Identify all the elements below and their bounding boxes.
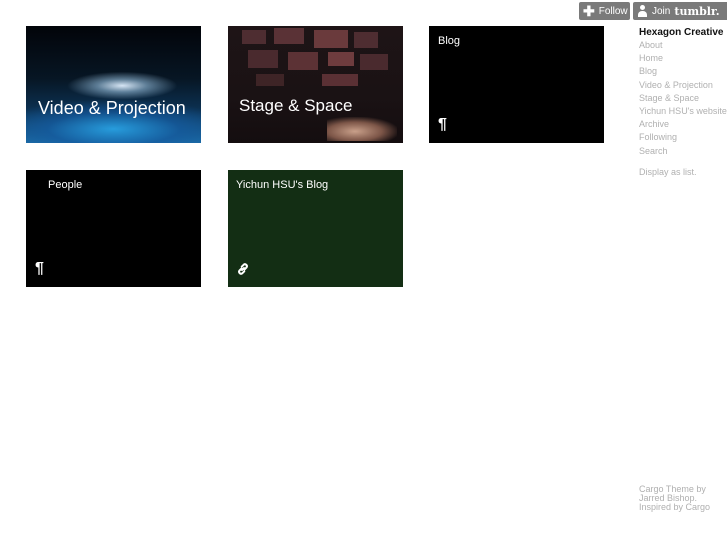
plus-icon: ✚ bbox=[583, 3, 595, 19]
tumblr-logo: tumblr. bbox=[674, 4, 720, 18]
credits-line-3[interactable]: Inspired by Cargo bbox=[639, 503, 719, 512]
tile-stage-space[interactable]: Stage & Space bbox=[228, 26, 403, 143]
theme-credits: Cargo Theme by Jarred Bishop. Inspired b… bbox=[639, 485, 719, 512]
follow-label: Follow bbox=[598, 5, 628, 17]
join-tumblr-button[interactable]: Join tumblr. bbox=[633, 2, 727, 20]
tile-title: People bbox=[48, 179, 83, 191]
link-icon bbox=[238, 263, 248, 275]
pilcrow-icon: ¶ bbox=[438, 116, 447, 133]
display-as-list-link[interactable]: Display as list. bbox=[639, 167, 727, 177]
tile-people[interactable]: People ¶ bbox=[26, 170, 201, 287]
sidebar-nav: About Home Blog Video & Projection Stage… bbox=[639, 39, 727, 158]
nav-following[interactable]: Following bbox=[639, 131, 727, 144]
tile-blog[interactable]: Blog ¶ bbox=[429, 26, 604, 143]
nav-yichun-website[interactable]: Yichun HSU's website bbox=[639, 105, 727, 118]
follow-button[interactable]: ✚ Follow bbox=[579, 2, 630, 20]
join-label: Join bbox=[652, 5, 671, 17]
nav-blog[interactable]: Blog bbox=[639, 65, 727, 78]
sidebar: Hexagon Creative About Home Blog Video &… bbox=[639, 26, 727, 177]
tile-title: Yichun HSU's Blog bbox=[236, 179, 329, 191]
nav-video-projection[interactable]: Video & Projection bbox=[639, 79, 727, 92]
site-title[interactable]: Hexagon Creative bbox=[639, 26, 727, 39]
tile-title: Video & Projection bbox=[38, 98, 186, 118]
nav-search[interactable]: Search bbox=[639, 145, 727, 158]
tile-title: Stage & Space bbox=[239, 96, 353, 115]
nav-home[interactable]: Home bbox=[639, 52, 727, 65]
dancers-image bbox=[327, 117, 397, 141]
nav-archive[interactable]: Archive bbox=[639, 118, 727, 131]
tile-yichun-hsu-blog[interactable]: Yichun HSU's Blog bbox=[228, 170, 403, 287]
pilcrow-icon: ¶ bbox=[35, 260, 44, 277]
nav-stage-space[interactable]: Stage & Space bbox=[639, 92, 727, 105]
user-icon bbox=[637, 5, 648, 17]
nav-about[interactable]: About bbox=[639, 39, 727, 52]
tile-video-projection[interactable]: Video & Projection bbox=[26, 26, 201, 143]
tile-title: Blog bbox=[438, 35, 461, 47]
tumblr-controls: ✚ Follow Join tumblr. bbox=[579, 2, 727, 20]
